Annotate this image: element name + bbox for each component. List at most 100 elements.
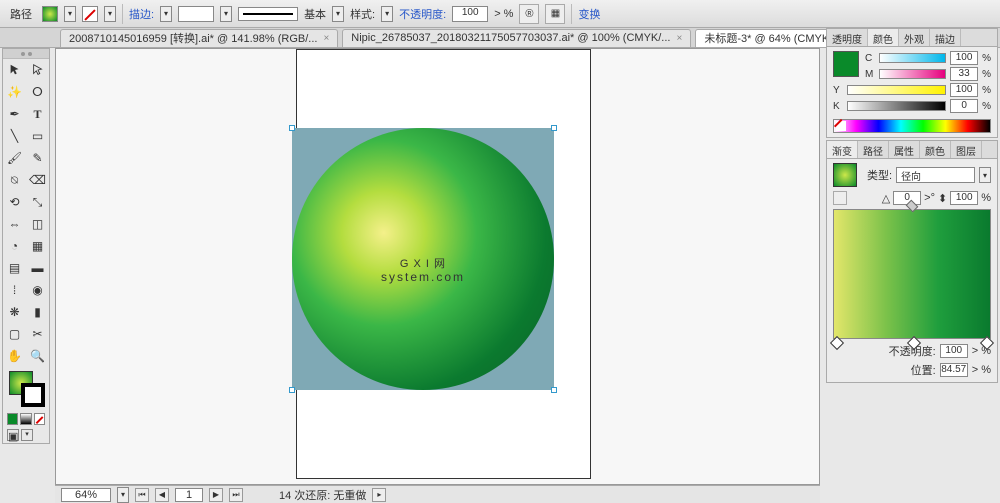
blob-brush-tool-icon[interactable]: ⍉ bbox=[3, 169, 26, 191]
black-slider[interactable] bbox=[847, 101, 946, 111]
line-tool-icon[interactable]: ╲ bbox=[3, 125, 26, 147]
last-artboard-icon[interactable]: ⏭ bbox=[229, 488, 243, 502]
gradient-tool-icon[interactable]: ▬ bbox=[26, 257, 49, 279]
stroke-profile[interactable] bbox=[238, 7, 298, 21]
opacity-link[interactable]: 不透明度: bbox=[399, 6, 446, 22]
lasso-tool-icon[interactable]: ⵔ bbox=[26, 81, 49, 103]
tab-layers[interactable]: 图层 bbox=[951, 141, 982, 158]
selection-handle[interactable] bbox=[551, 387, 557, 393]
style-dd[interactable]: ▾ bbox=[381, 6, 393, 22]
tab-path-p[interactable]: 路径 bbox=[858, 141, 889, 158]
zoom-dd[interactable]: ▾ bbox=[117, 487, 129, 503]
document-tab[interactable]: 200871014501​6959 [转换].ai* @ 141.98% (RG… bbox=[60, 29, 338, 47]
stop-opacity-input[interactable]: 100 bbox=[940, 344, 968, 358]
gradient-type-select[interactable]: 径向 bbox=[896, 167, 975, 183]
opacity-input[interactable]: 100 bbox=[452, 6, 488, 22]
document-tab[interactable]: Nipic_26785037_20180321175057703037.ai* … bbox=[342, 29, 691, 47]
type-tool-icon[interactable]: T bbox=[26, 103, 49, 125]
fill-dropdown[interactable]: ▾ bbox=[64, 6, 76, 22]
symbol-sprayer-tool-icon[interactable]: ❋ bbox=[3, 301, 26, 323]
stroke-color-icon[interactable] bbox=[21, 383, 45, 407]
tab-attributes[interactable]: 属性 bbox=[889, 141, 920, 158]
screen-mode-icon[interactable]: ▣ bbox=[7, 429, 19, 441]
black-input[interactable]: 0 bbox=[950, 99, 978, 113]
gradient-mode-icon[interactable] bbox=[20, 413, 31, 425]
rectangle-tool-icon[interactable]: ▭ bbox=[26, 125, 49, 147]
tab-color-p[interactable]: 颜色 bbox=[920, 141, 951, 158]
first-artboard-icon[interactable]: ⏮ bbox=[135, 488, 149, 502]
align-icon[interactable]: ▦ bbox=[545, 4, 565, 24]
screen-mode-dd[interactable]: ▾ bbox=[21, 429, 33, 441]
magenta-input[interactable]: 33 bbox=[950, 67, 978, 81]
prev-artboard-icon[interactable]: ◀ bbox=[155, 488, 169, 502]
tab-transparency[interactable]: 透明度 bbox=[827, 29, 868, 46]
direct-selection-tool-icon[interactable] bbox=[26, 59, 49, 81]
fill-swatch[interactable] bbox=[42, 6, 58, 22]
status-menu-icon[interactable]: ▸ bbox=[372, 488, 386, 502]
perspective-grid-tool-icon[interactable]: ▦ bbox=[26, 235, 49, 257]
selected-rectangle[interactable]: G X I 网system.com bbox=[292, 128, 554, 390]
artboard-number-input[interactable]: 1 bbox=[175, 488, 203, 502]
transform-link[interactable]: 变换 bbox=[578, 6, 600, 22]
yellow-label: Y bbox=[833, 85, 843, 96]
selection-handle[interactable] bbox=[289, 125, 295, 131]
selection-handle[interactable] bbox=[551, 125, 557, 131]
stroke-weight-step[interactable]: ▾ bbox=[220, 6, 232, 22]
tab-gradient[interactable]: 渐变 bbox=[827, 141, 858, 158]
eraser-tool-icon[interactable]: ⌫ bbox=[26, 169, 49, 191]
spectrum-bar[interactable] bbox=[833, 119, 991, 133]
pencil-tool-icon[interactable]: ✎ bbox=[26, 147, 49, 169]
free-transform-tool-icon[interactable]: ◫ bbox=[26, 213, 49, 235]
magenta-slider[interactable] bbox=[879, 69, 946, 79]
selection-tool-icon[interactable] bbox=[3, 59, 26, 81]
yellow-input[interactable]: 100 bbox=[950, 83, 978, 97]
cyan-input[interactable]: 100 bbox=[950, 51, 978, 65]
fill-stroke-control[interactable] bbox=[3, 367, 49, 411]
gradient-preview-swatch[interactable] bbox=[833, 163, 857, 187]
column-graph-tool-icon[interactable]: ▮ bbox=[26, 301, 49, 323]
current-fill-chip[interactable] bbox=[833, 51, 859, 77]
stroke-swatch[interactable] bbox=[82, 6, 98, 22]
eyedropper-tool-icon[interactable]: ⁞ bbox=[3, 279, 26, 301]
stop-position-input[interactable]: 84.57 bbox=[940, 363, 968, 377]
artboard-tool-icon[interactable]: ▢ bbox=[3, 323, 26, 345]
blend-tool-icon[interactable]: ◉ bbox=[26, 279, 49, 301]
rotate-tool-icon[interactable]: ⟲ bbox=[3, 191, 26, 213]
shape-builder-tool-icon[interactable]: ◔ bbox=[3, 235, 26, 257]
magic-wand-tool-icon[interactable]: ✨ bbox=[3, 81, 26, 103]
toolbox-grip[interactable] bbox=[3, 49, 49, 59]
tab-appearance[interactable]: 外观 bbox=[899, 29, 930, 46]
mesh-tool-icon[interactable]: ▤ bbox=[3, 257, 26, 279]
paintbrush-tool-icon[interactable]: 🖌 bbox=[3, 147, 26, 169]
yellow-slider[interactable] bbox=[847, 85, 946, 95]
tab-color[interactable]: 颜色 bbox=[868, 29, 899, 46]
close-icon[interactable]: × bbox=[676, 33, 682, 44]
stroke-dropdown[interactable]: ▾ bbox=[104, 6, 116, 22]
cyan-slider[interactable] bbox=[879, 53, 946, 63]
none-mode-icon[interactable] bbox=[34, 413, 45, 425]
stroke-link[interactable]: 描边: bbox=[129, 6, 154, 22]
selection-handle[interactable] bbox=[289, 387, 295, 393]
stroke-weight-dd[interactable]: ▾ bbox=[160, 6, 172, 22]
reverse-gradient-icon[interactable] bbox=[833, 191, 847, 205]
close-icon[interactable]: × bbox=[323, 33, 329, 44]
hand-tool-icon[interactable]: ✋ bbox=[3, 345, 26, 367]
tab-stroke[interactable]: 描边 bbox=[930, 29, 961, 46]
width-tool-icon[interactable]: ⇔ bbox=[3, 213, 26, 235]
zoom-level-select[interactable]: 64% bbox=[61, 488, 111, 502]
gradient-type-dd[interactable]: ▾ bbox=[979, 167, 991, 183]
zoom-tool-icon[interactable]: 🔍 bbox=[26, 345, 49, 367]
scale-tool-icon[interactable]: ⤡ bbox=[26, 191, 49, 213]
stroke-weight-input[interactable] bbox=[178, 6, 214, 22]
canvas[interactable]: G X I 网system.com bbox=[55, 48, 820, 485]
aspect-input[interactable]: 100 bbox=[950, 191, 978, 205]
next-artboard-icon[interactable]: ▶ bbox=[209, 488, 223, 502]
none-color-icon[interactable] bbox=[836, 121, 846, 131]
slice-tool-icon[interactable]: ✂ bbox=[26, 323, 49, 345]
color-mode-icon[interactable] bbox=[7, 413, 18, 425]
recolor-icon[interactable]: ® bbox=[519, 4, 539, 24]
pen-tool-icon[interactable]: ✒ bbox=[3, 103, 26, 125]
stroke-style-dd[interactable]: ▾ bbox=[332, 6, 344, 22]
gradient-type-label: 类型: bbox=[867, 167, 892, 183]
gradient-ramp[interactable] bbox=[833, 209, 991, 339]
